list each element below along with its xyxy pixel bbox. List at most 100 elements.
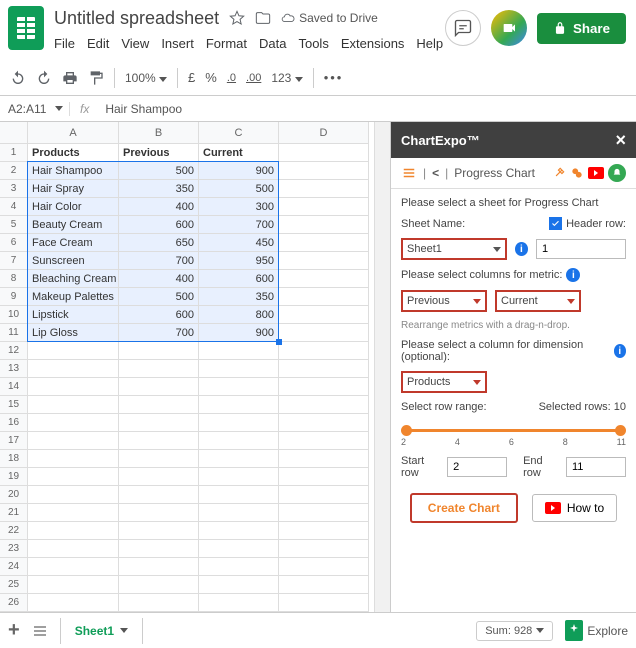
cell[interactable] xyxy=(119,450,199,468)
cell[interactable] xyxy=(119,540,199,558)
row-range-slider[interactable]: 2 4 6 8 11 xyxy=(401,423,626,447)
cell[interactable] xyxy=(199,576,279,594)
row-header[interactable]: 16 xyxy=(0,414,28,432)
menu-insert[interactable]: Insert xyxy=(161,36,194,51)
cell[interactable] xyxy=(279,198,369,216)
cell[interactable] xyxy=(279,342,369,360)
cell[interactable]: 600 xyxy=(119,306,199,324)
cell[interactable]: Products xyxy=(28,144,119,162)
cell[interactable] xyxy=(119,342,199,360)
coins-icon[interactable] xyxy=(570,166,584,180)
cell[interactable] xyxy=(28,576,119,594)
explore-button[interactable]: Explore xyxy=(565,620,628,641)
cell[interactable] xyxy=(199,378,279,396)
col-header-c[interactable]: C xyxy=(199,122,279,144)
doc-title[interactable]: Untitled spreadsheet xyxy=(54,8,219,29)
formula-input[interactable]: Hair Shampoo xyxy=(99,102,636,116)
menu-icon[interactable] xyxy=(401,166,417,180)
cell[interactable]: Hair Spray xyxy=(28,180,119,198)
cell[interactable] xyxy=(119,558,199,576)
sheets-logo[interactable] xyxy=(8,6,44,50)
row-header[interactable]: 1 xyxy=(0,144,28,162)
cell[interactable] xyxy=(279,432,369,450)
cell[interactable] xyxy=(279,414,369,432)
cell[interactable] xyxy=(279,450,369,468)
cell[interactable]: 900 xyxy=(199,162,279,180)
cell[interactable] xyxy=(199,504,279,522)
col-header-b[interactable]: B xyxy=(119,122,199,144)
cell[interactable]: 500 xyxy=(199,180,279,198)
cell[interactable] xyxy=(279,540,369,558)
cell[interactable] xyxy=(119,414,199,432)
cell[interactable] xyxy=(279,504,369,522)
cell[interactable] xyxy=(199,522,279,540)
menu-view[interactable]: View xyxy=(121,36,149,51)
cell[interactable] xyxy=(199,432,279,450)
cell[interactable] xyxy=(199,360,279,378)
select-all-corner[interactable] xyxy=(0,122,28,144)
cell[interactable]: Lipstick xyxy=(28,306,119,324)
cell[interactable] xyxy=(28,504,119,522)
cell[interactable]: 400 xyxy=(119,198,199,216)
col-header-d[interactable]: D xyxy=(279,122,369,144)
menu-help[interactable]: Help xyxy=(416,36,443,51)
cell[interactable] xyxy=(279,324,369,342)
menu-data[interactable]: Data xyxy=(259,36,286,51)
row-header[interactable]: 26 xyxy=(0,594,28,612)
redo-icon[interactable] xyxy=(36,70,52,86)
cell[interactable] xyxy=(119,522,199,540)
cell[interactable]: Sunscreen xyxy=(28,252,119,270)
wand-icon[interactable] xyxy=(552,166,566,180)
add-sheet-button[interactable]: + xyxy=(8,619,20,642)
cell[interactable]: 950 xyxy=(199,252,279,270)
cell[interactable]: Current xyxy=(199,144,279,162)
row-header[interactable]: 7 xyxy=(0,252,28,270)
cell[interactable] xyxy=(119,576,199,594)
cell[interactable]: Previous xyxy=(119,144,199,162)
row-header[interactable]: 8 xyxy=(0,270,28,288)
cell[interactable]: 400 xyxy=(119,270,199,288)
row-header[interactable]: 22 xyxy=(0,522,28,540)
menu-edit[interactable]: Edit xyxy=(87,36,109,51)
row-header[interactable]: 24 xyxy=(0,558,28,576)
header-row-input[interactable] xyxy=(536,239,626,259)
paint-format-icon[interactable] xyxy=(88,70,104,86)
menu-tools[interactable]: Tools xyxy=(298,36,328,51)
back-icon[interactable]: < xyxy=(432,166,439,180)
row-header[interactable]: 5 xyxy=(0,216,28,234)
cell[interactable] xyxy=(28,396,119,414)
cell[interactable] xyxy=(199,468,279,486)
cell[interactable]: Bleaching Cream xyxy=(28,270,119,288)
selection-handle[interactable] xyxy=(276,339,282,345)
cell[interactable]: 350 xyxy=(119,180,199,198)
zoom-select[interactable]: 100% xyxy=(125,71,167,85)
cell[interactable] xyxy=(119,432,199,450)
info-icon[interactable]: i xyxy=(614,344,626,358)
quicksum[interactable]: Sum: 928 xyxy=(476,621,553,641)
cell[interactable]: 900 xyxy=(199,324,279,342)
row-header[interactable]: 10 xyxy=(0,306,28,324)
menu-file[interactable]: File xyxy=(54,36,75,51)
cell[interactable] xyxy=(279,522,369,540)
row-header[interactable]: 3 xyxy=(0,180,28,198)
end-row-input[interactable] xyxy=(566,457,626,477)
notification-icon[interactable] xyxy=(608,164,626,182)
close-icon[interactable]: × xyxy=(615,130,626,151)
cell[interactable] xyxy=(28,450,119,468)
cell[interactable] xyxy=(279,162,369,180)
cell[interactable] xyxy=(279,486,369,504)
share-button[interactable]: Share xyxy=(537,13,626,44)
cell[interactable] xyxy=(199,342,279,360)
print-icon[interactable] xyxy=(62,70,78,86)
sheet-tab[interactable]: Sheet1 xyxy=(60,618,143,644)
cell[interactable] xyxy=(279,216,369,234)
cell[interactable]: Hair Shampoo xyxy=(28,162,119,180)
cell[interactable]: Face Cream xyxy=(28,234,119,252)
cell[interactable] xyxy=(119,594,199,612)
cell[interactable] xyxy=(279,468,369,486)
cell[interactable] xyxy=(119,360,199,378)
cell[interactable]: 300 xyxy=(199,198,279,216)
cell[interactable] xyxy=(28,414,119,432)
currency-button[interactable]: £ xyxy=(188,70,195,85)
cell[interactable] xyxy=(28,522,119,540)
